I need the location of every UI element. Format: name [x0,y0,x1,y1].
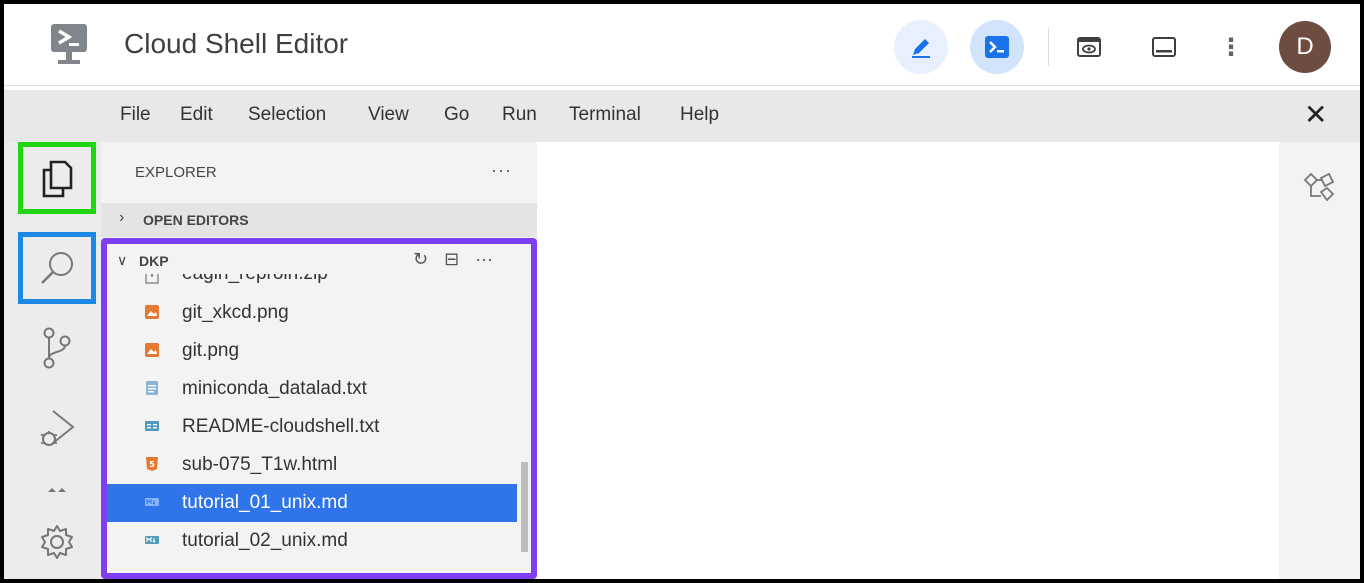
file-item[interactable]: git_xkcd.png [107,294,517,332]
file-name: sub-075_T1w.html [182,454,338,475]
menu-help[interactable]: Help [680,104,719,126]
menu-bar: File Edit Selection View Go Run Terminal… [4,90,1360,142]
web-preview-icon [1077,37,1101,57]
file-name: eagin_reproin.zip [182,274,328,285]
open-editors-label: OPEN EDITORS [143,212,249,228]
avatar[interactable]: D [1279,21,1331,73]
image-file-icon [145,305,159,319]
menu-edit[interactable]: Edit [180,104,213,126]
source-control-icon [43,327,71,369]
readme-file-icon [145,421,159,431]
app-window: Cloud Shell Editor ⋮ D File Edit Selecti… [4,4,1360,579]
activity-settings[interactable] [18,512,96,572]
run-debug-icon [41,410,75,446]
panel-icon [1152,37,1176,57]
close-icon[interactable]: ✕ [1304,98,1327,131]
menu-file[interactable]: File [120,104,151,126]
explorer-more-icon[interactable]: ··· [491,160,512,181]
refresh-icon[interactable]: ↻ [413,249,428,270]
file-item[interactable]: miniconda_datalad.txt [107,370,517,408]
file-name: tutorial_02_unix.md [182,530,348,551]
top-bar: Cloud Shell Editor ⋮ D [4,4,1360,86]
more-horizontal-icon [48,488,66,492]
file-item-selected[interactable]: tutorial_01_unix.md [107,484,517,522]
file-item[interactable]: eagin_reproin.zip [107,274,517,294]
chevron-down-icon: ∨ [117,252,128,268]
file-name: git_xkcd.png [182,302,289,323]
html-file-icon: 5 [146,457,158,471]
explorer-title: EXPLORER [135,164,217,181]
menu-run[interactable]: Run [502,104,537,126]
file-name: tutorial_01_unix.md [182,492,348,513]
menu-terminal[interactable]: Terminal [569,104,641,126]
file-item[interactable]: 5 sub-075_T1w.html [107,446,517,484]
more-vert-icon[interactable]: ⋮ [1216,32,1246,62]
outline-icon[interactable] [1299,170,1337,204]
toggle-panel-button[interactable] [1149,32,1179,62]
cloud-shell-logo-icon [49,22,89,68]
file-name: README-cloudshell.txt [182,416,380,437]
image-file-icon [145,343,159,357]
file-name: git.png [182,340,240,361]
file-list: eagin_reproin.zip git_xkcd.png git.png [107,274,531,560]
activity-search[interactable] [18,232,96,304]
markdown-file-icon [145,536,159,544]
pencil-icon [912,39,930,58]
explorer-sidebar: EXPLORER ··· › OPEN EDITORS ∨ DKP ↻ ⊟ ··… [101,142,537,579]
search-icon [41,252,73,284]
folder-section-dkp: ∨ DKP ↻ ⊟ ··· eagin_reproin.zip [101,238,537,579]
explorer-icon [42,160,73,198]
open-editors-section[interactable]: › OPEN EDITORS [101,203,537,237]
activity-explorer[interactable] [18,142,96,214]
activity-bar [4,142,101,579]
folder-header[interactable]: ∨ DKP ↻ ⊟ ··· [107,244,531,278]
app-title: Cloud Shell Editor [124,28,349,59]
web-preview-button[interactable] [1074,32,1104,62]
file-item[interactable]: README-cloudshell.txt [107,408,517,446]
explorer-scrollbar[interactable] [521,462,528,552]
terminal-icon [985,36,1009,58]
open-terminal-button[interactable] [970,20,1024,74]
markdown-file-icon [145,498,159,506]
file-item[interactable]: git.png [107,332,517,370]
menu-selection[interactable]: Selection [248,104,326,126]
file-item[interactable]: tutorial_02_unix.md [107,522,517,560]
menu-view[interactable]: View [368,104,409,126]
open-editor-button[interactable] [894,20,948,74]
settings-icon [41,525,73,559]
menu-go[interactable]: Go [444,104,469,126]
activity-source-control[interactable] [18,312,96,384]
toolbar-divider [1048,28,1049,66]
activity-overflow[interactable] [18,480,96,500]
activity-run-debug[interactable] [18,392,96,464]
folder-more-icon[interactable]: ··· [475,249,493,270]
chevron-right-icon: › [119,209,125,226]
file-name: miniconda_datalad.txt [182,378,367,399]
right-sidebar [1279,142,1360,579]
text-file-icon [146,381,158,395]
folder-label: DKP [139,253,169,269]
collapse-all-icon[interactable]: ⊟ [444,249,459,270]
editor-area[interactable] [537,142,1279,579]
zip-file-icon [145,274,159,284]
svg-text:5: 5 [149,460,155,469]
